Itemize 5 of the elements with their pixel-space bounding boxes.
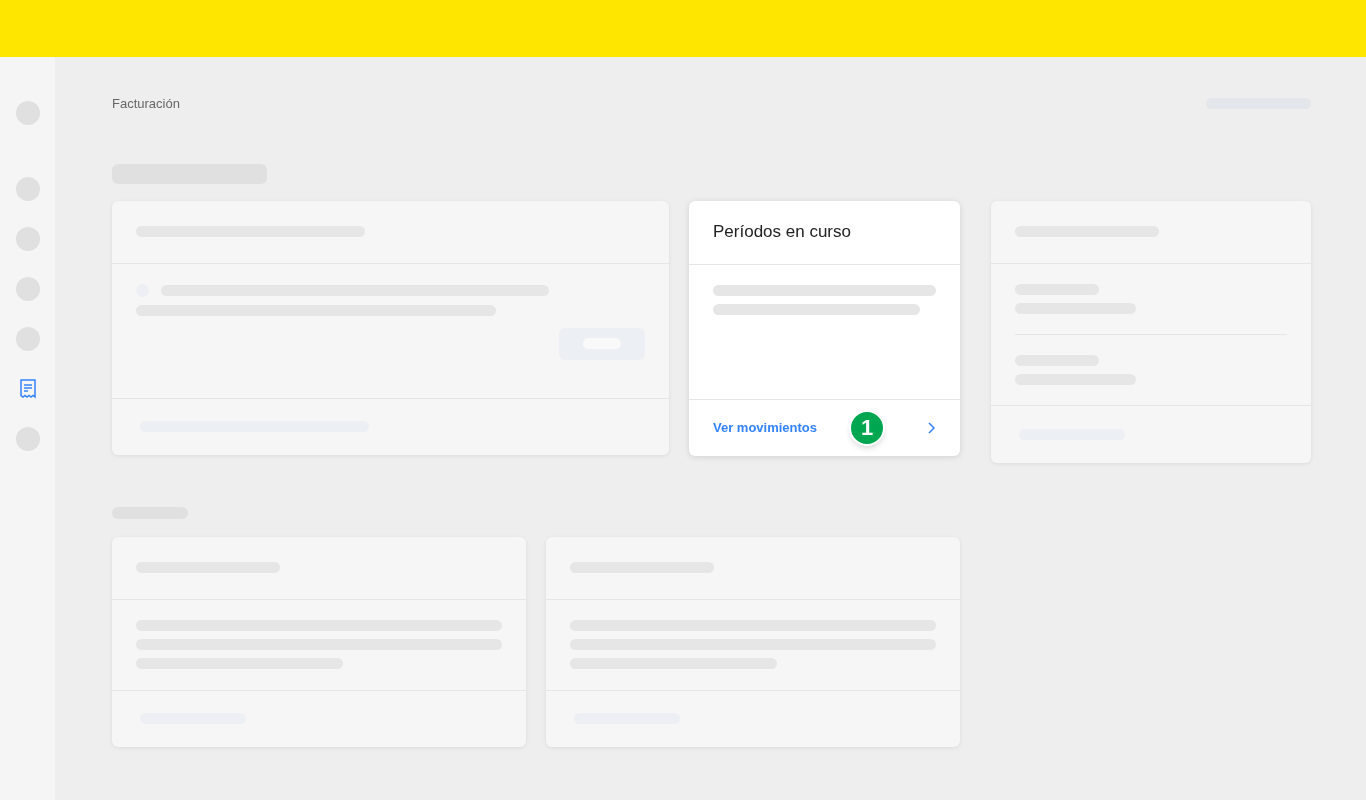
- card-title: Períodos en curso: [713, 221, 851, 244]
- step-badge: 1: [849, 409, 886, 446]
- chevron-right-icon[interactable]: [926, 420, 936, 435]
- breadcrumb[interactable]: Facturación: [112, 94, 180, 114]
- view-movements-link[interactable]: Ver movimientos: [713, 417, 818, 438]
